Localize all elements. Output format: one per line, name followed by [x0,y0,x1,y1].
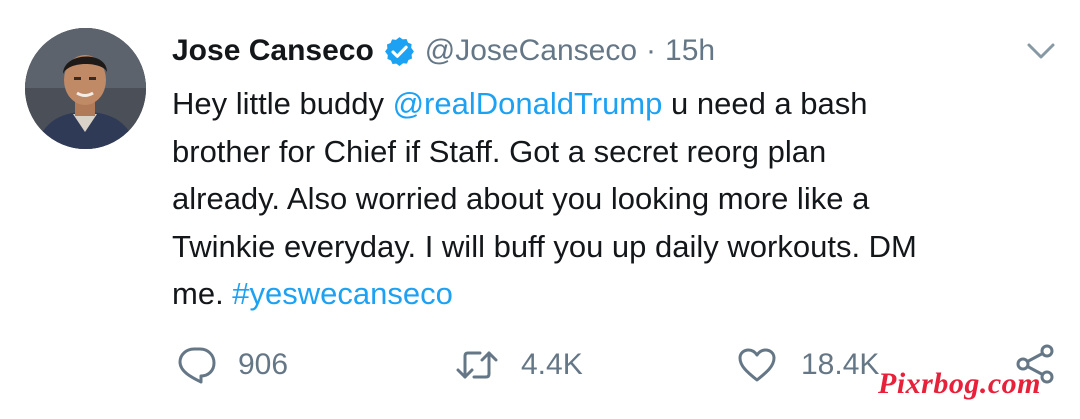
tweet-header: Jose Canseco @JoseCanseco · 15h [172,28,715,74]
tweet-text-part: Hey little buddy [172,86,393,121]
reply-button[interactable]: 906 [176,335,288,395]
like-count: 18.4K [801,348,880,381]
retweet-button[interactable]: 4.4K [455,335,583,395]
tweet-text: Hey little buddy @realDonaldTrump u need… [172,80,1062,318]
mention-link[interactable]: @realDonaldTrump [393,86,663,121]
tweet-timestamp[interactable]: 15h [665,28,715,74]
heart-icon [737,347,777,383]
watermark: Pixrbog.com [878,367,1041,400]
hashtag-link[interactable]: #yeswecanseco [232,276,453,311]
separator-dot: · [646,34,657,67]
verified-badge-icon [383,35,416,68]
like-button[interactable]: 18.4K [737,335,879,395]
tweet[interactable]: Jose Canseco @JoseCanseco · 15h Hey litt… [0,0,1080,419]
avatar[interactable] [25,28,146,149]
reply-icon [176,345,218,385]
retweet-icon [455,347,499,383]
author-handle[interactable]: @JoseCanseco [425,28,637,74]
chevron-down-icon[interactable] [1026,40,1056,62]
author-name[interactable]: Jose Canseco [172,28,374,74]
reply-count: 906 [238,348,289,381]
retweet-count: 4.4K [521,348,583,381]
